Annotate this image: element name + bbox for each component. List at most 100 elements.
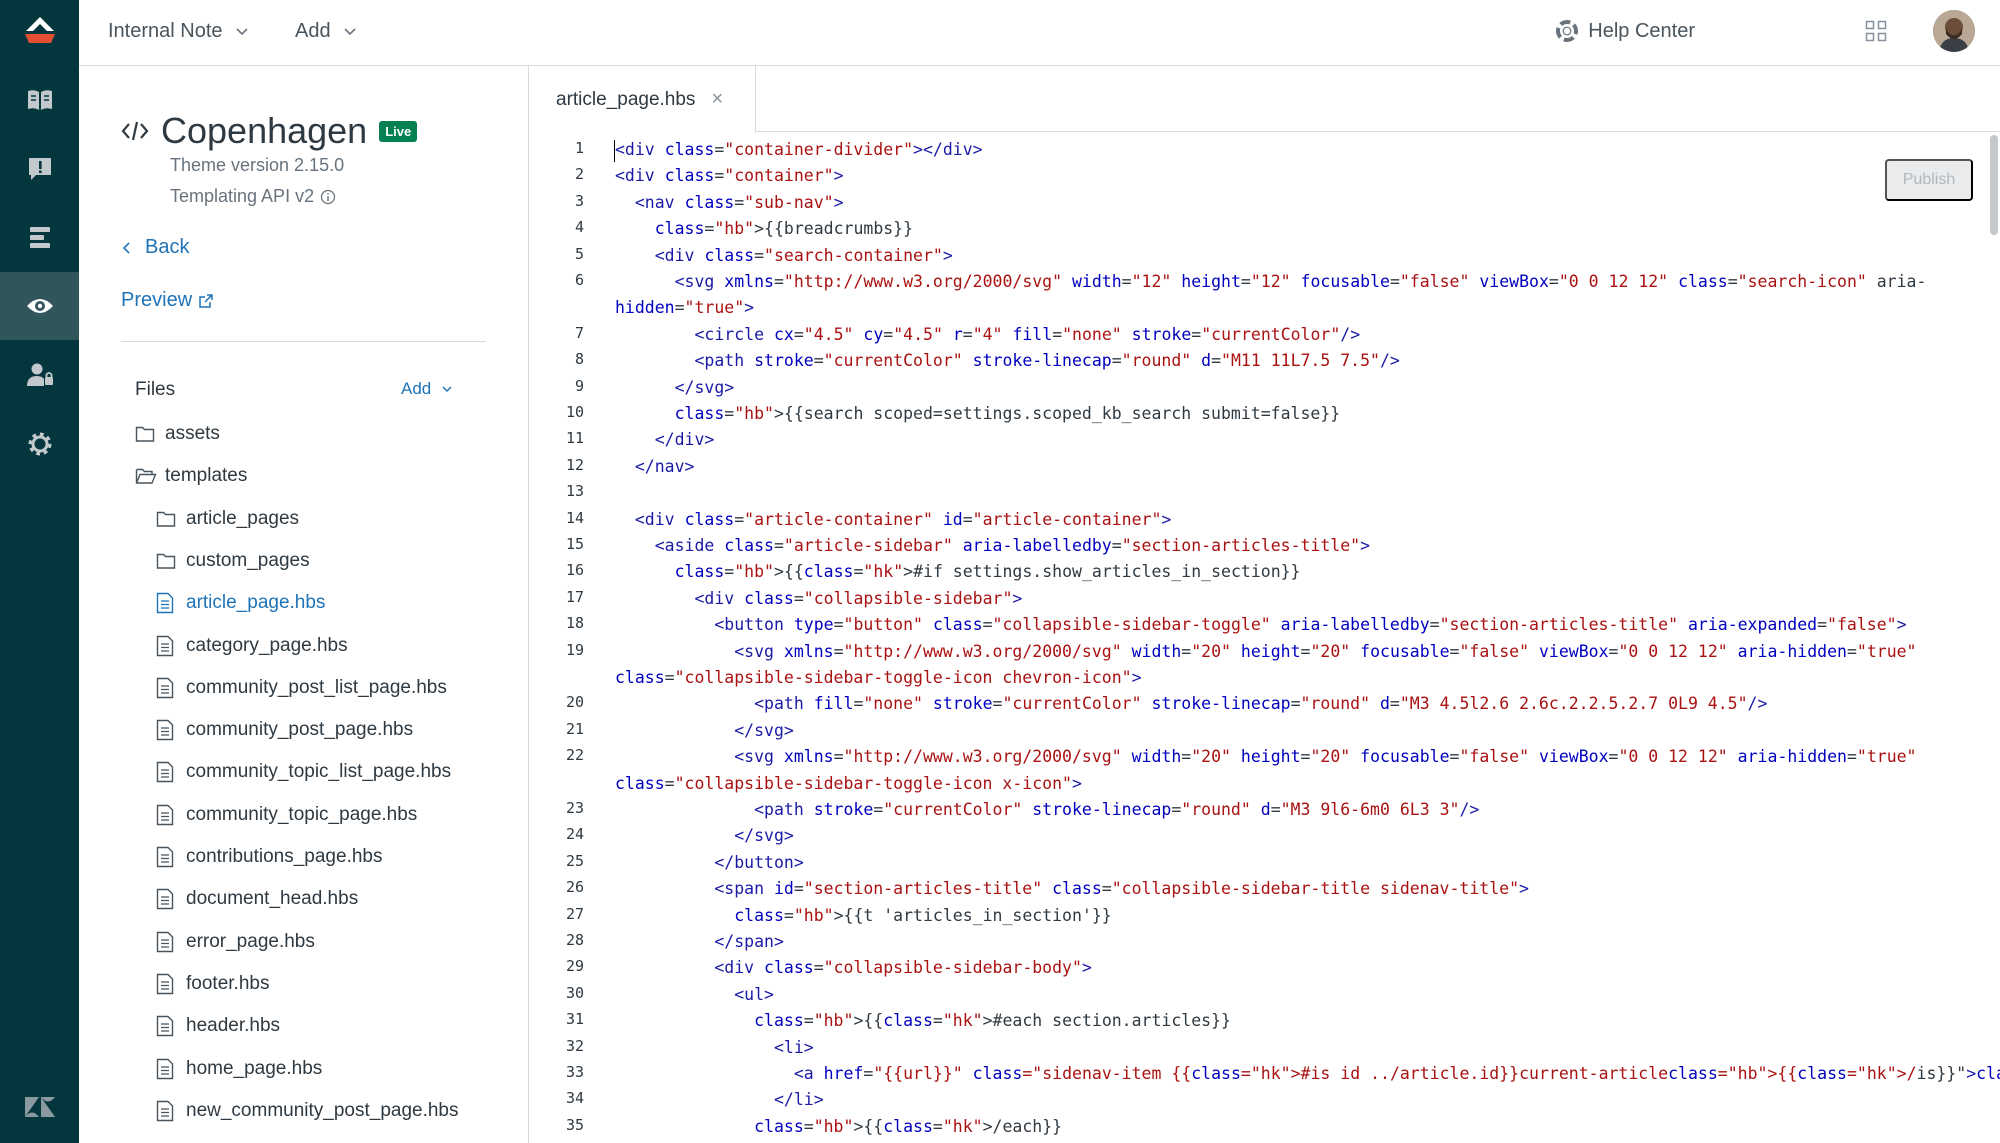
user-permissions-icon[interactable] bbox=[0, 341, 79, 409]
code-line[interactable]: <span id="section-articles-title" class=… bbox=[615, 876, 1529, 902]
file-name: document_head.hbs bbox=[186, 888, 359, 910]
code-line[interactable]: </button> bbox=[615, 850, 803, 876]
line-number: 27 bbox=[565, 904, 584, 923]
file-name: community_topic_list_page.hbs bbox=[186, 761, 452, 783]
chevron-left-icon bbox=[122, 241, 130, 254]
code-line[interactable]: <button type="button" class="collapsible… bbox=[615, 612, 1906, 638]
code-line[interactable]: class="hb">{{class="hk">/each}} bbox=[615, 1114, 1062, 1140]
file-name: footer.hbs bbox=[186, 972, 270, 994]
folder-item[interactable]: templates bbox=[135, 460, 247, 492]
knowledge-base-icon[interactable] bbox=[0, 66, 79, 134]
code-line[interactable]: <li> bbox=[615, 1035, 814, 1061]
code-line[interactable]: </svg> bbox=[615, 718, 794, 744]
code-line[interactable]: <svg xmlns="http://www.w3.org/2000/svg" … bbox=[615, 639, 1916, 665]
code-line[interactable]: <div class="container"> bbox=[615, 163, 844, 189]
code-line[interactable]: class="hb">{{t 'articles_in_section'}} bbox=[615, 903, 1112, 929]
editor-scrollbar[interactable] bbox=[1990, 135, 1998, 235]
code-line[interactable]: <circle cx="4.5" cy="4.5" r="4" fill="no… bbox=[615, 322, 1360, 348]
code-editor[interactable]: 1 2 3 4 5 6 7 8 9 10 11 12 13 14 15 16 17 18 19 20 21 22 23 24 2… bbox=[530, 133, 2000, 1143]
back-label: Back bbox=[145, 236, 190, 258]
chevron-down-icon bbox=[442, 386, 452, 393]
file-item[interactable]: footer.hbs bbox=[156, 968, 269, 1000]
file-item[interactable]: community_post_list_page.hbs bbox=[156, 672, 447, 704]
internal-note-label: Internal Note bbox=[108, 19, 223, 42]
folder-icon bbox=[156, 552, 178, 570]
code-line[interactable]: class="hb">{{class="hk">#each section.ar… bbox=[615, 1008, 1231, 1034]
help-center-link[interactable]: Help Center bbox=[1556, 0, 1695, 62]
file-item[interactable]: new_community_post_page.hbs bbox=[156, 1095, 459, 1127]
line-number: 29 bbox=[565, 957, 584, 976]
back-link[interactable]: Back bbox=[121, 236, 189, 259]
code-line[interactable]: <path stroke="currentColor" stroke-linec… bbox=[615, 797, 1479, 823]
file-item[interactable]: home_page.hbs bbox=[156, 1053, 322, 1085]
file-item[interactable]: community_post_page.hbs bbox=[156, 714, 413, 746]
files-add-dropdown[interactable]: Add bbox=[401, 379, 453, 399]
code-line[interactable]: <div class="article-container" id="artic… bbox=[615, 507, 1171, 533]
code-line[interactable]: class="collapsible-sidebar-toggle-icon x… bbox=[615, 771, 1082, 797]
file-item[interactable]: document_head.hbs bbox=[156, 883, 358, 915]
line-number: 17 bbox=[565, 587, 584, 606]
user-avatar[interactable] bbox=[1933, 10, 1975, 52]
file-name: templates bbox=[165, 465, 248, 487]
publish-button[interactable]: Publish bbox=[1885, 159, 1973, 201]
code-line[interactable]: </nav> bbox=[615, 454, 695, 480]
code-line[interactable]: <a href="{{url}}" class="sidenav-item {{… bbox=[615, 1061, 2000, 1087]
close-tab-icon[interactable]: × bbox=[711, 88, 723, 111]
code-line[interactable]: <aside class="article-sidebar" aria-labe… bbox=[615, 533, 1370, 559]
apps-grid-icon[interactable] bbox=[1865, 20, 1887, 42]
code-line[interactable]: <nav class="sub-nav"> bbox=[615, 190, 844, 216]
file-item[interactable]: article_page.hbs bbox=[156, 587, 325, 619]
code-line[interactable]: </svg> bbox=[615, 823, 794, 849]
code-line[interactable]: <div class="collapsible-sidebar"> bbox=[615, 586, 1022, 612]
code-line[interactable]: class="collapsible-sidebar-toggle-icon c… bbox=[615, 665, 1142, 691]
file-item[interactable]: community_topic_page.hbs bbox=[156, 799, 417, 831]
file-name: community_post_page.hbs bbox=[186, 719, 414, 741]
code-line[interactable]: </svg> bbox=[615, 375, 735, 401]
zendesk-guide-logo-icon[interactable] bbox=[0, 0, 79, 60]
code-line[interactable]: class="hb">{{breadcrumbs}} bbox=[615, 216, 913, 242]
code-line[interactable]: <div class="container-divider"></div> bbox=[615, 137, 983, 163]
file-item[interactable]: error_page.hbs bbox=[156, 926, 315, 958]
line-number: 16 bbox=[565, 561, 584, 580]
code-line[interactable]: class="hb">{{class="hk">#if settings.sho… bbox=[615, 559, 1301, 585]
templating-api-label: Templating API v2 bbox=[170, 186, 315, 206]
folder-item[interactable]: assets bbox=[135, 418, 220, 450]
code-line[interactable]: </li> bbox=[615, 1087, 824, 1113]
file-item[interactable]: community_topic_list_page.hbs bbox=[156, 756, 451, 788]
code-line[interactable]: <path stroke="currentColor" stroke-linec… bbox=[615, 348, 1399, 374]
code-line[interactable]: <path fill="none" stroke="currentColor" … bbox=[615, 691, 1767, 717]
line-number: 33 bbox=[565, 1063, 584, 1081]
code-line[interactable]: </div> bbox=[615, 427, 715, 453]
code-line[interactable]: <div class="collapsible-sidebar-body"> bbox=[615, 955, 1092, 981]
settings-gear-icon[interactable] bbox=[0, 410, 79, 478]
info-icon[interactable] bbox=[320, 189, 336, 205]
help-center-label: Help Center bbox=[1588, 19, 1695, 42]
file-item[interactable]: contributions_page.hbs bbox=[156, 841, 382, 873]
line-number: 25 bbox=[565, 851, 584, 870]
code-line[interactable]: <div class="search-container"> bbox=[615, 243, 953, 269]
file-item[interactable]: header.hbs bbox=[156, 1010, 280, 1042]
folder-item[interactable]: article_pages bbox=[156, 503, 299, 535]
code-line[interactable]: <svg xmlns="http://www.w3.org/2000/svg" … bbox=[615, 269, 1927, 295]
line-number: 8 bbox=[574, 350, 584, 369]
tab-article-page[interactable]: article_page.hbs × bbox=[530, 66, 756, 133]
zendesk-logo-icon[interactable] bbox=[0, 1081, 79, 1133]
code-line[interactable]: <ul> bbox=[615, 982, 774, 1008]
internal-note-dropdown[interactable]: Internal Note bbox=[108, 0, 249, 62]
code-line[interactable]: <svg xmlns="http://www.w3.org/2000/svg" … bbox=[615, 744, 1916, 770]
code-line[interactable]: </span> bbox=[615, 929, 784, 955]
file-item[interactable]: category_page.hbs bbox=[156, 630, 348, 662]
preview-link[interactable]: Preview bbox=[121, 289, 214, 312]
line-number: 2 bbox=[574, 165, 584, 184]
moderation-icon[interactable] bbox=[0, 135, 79, 203]
customize-design-eye-icon[interactable] bbox=[0, 272, 79, 340]
file-name: assets bbox=[165, 423, 220, 444]
add-label: Add bbox=[295, 19, 331, 42]
file-name: error_page.hbs bbox=[186, 930, 315, 952]
arrange-content-icon[interactable] bbox=[0, 203, 79, 271]
add-dropdown[interactable]: Add bbox=[295, 0, 357, 62]
chevron-down-icon bbox=[344, 28, 356, 36]
code-line[interactable]: class="hb">{{search scoped=settings.scop… bbox=[615, 401, 1341, 427]
folder-item[interactable]: custom_pages bbox=[156, 545, 310, 577]
code-line[interactable]: hidden="true"> bbox=[615, 295, 754, 321]
